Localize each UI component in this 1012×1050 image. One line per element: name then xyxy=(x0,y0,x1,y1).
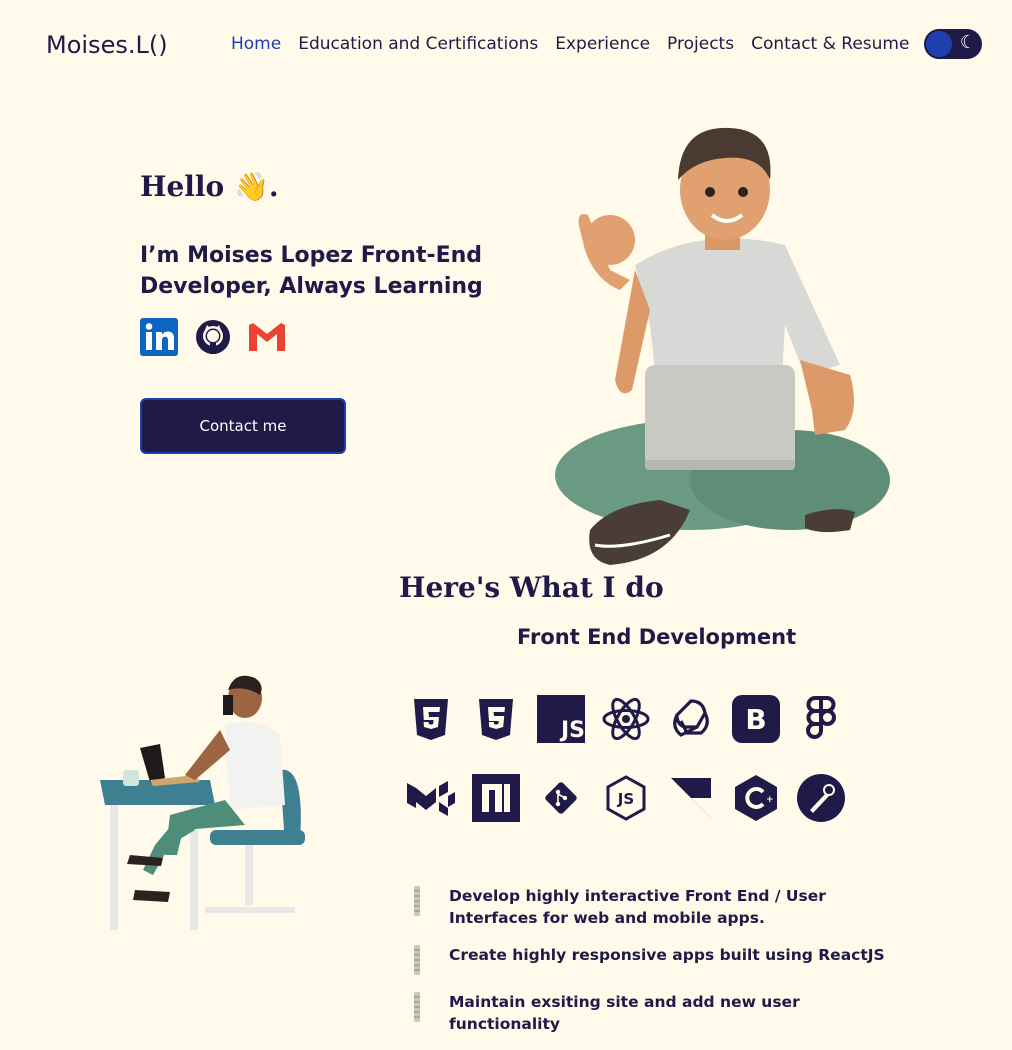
moon-icon: ☾ xyxy=(959,32,976,53)
toggle-knob xyxy=(926,31,952,57)
nav-contact-resume[interactable]: Contact & Resume xyxy=(751,34,909,54)
github-icon[interactable] xyxy=(194,318,232,356)
list-item-text: Develop highly interactive Front End / U… xyxy=(449,887,826,927)
list-item: Maintain exsiting site and add new user … xyxy=(410,991,910,1035)
svg-text:B: B xyxy=(745,703,766,736)
zipper-icon xyxy=(414,992,420,1022)
list-item: Develop highly interactive Front End / U… xyxy=(410,885,910,929)
postman-icon xyxy=(795,772,846,823)
openai-icon xyxy=(665,693,716,744)
html5-icon xyxy=(405,693,456,744)
svg-text:JS: JS xyxy=(559,718,585,743)
list-item-text: Maintain exsiting site and add new user … xyxy=(449,993,800,1033)
tech-icons-row-2: JS + xyxy=(405,772,846,823)
git-icon xyxy=(535,772,586,823)
nav-home[interactable]: Home xyxy=(231,34,281,54)
material-ui-icon xyxy=(405,772,456,823)
javascript-icon: JS xyxy=(535,693,586,744)
nav-experience[interactable]: Experience xyxy=(555,34,650,54)
linkedin-icon[interactable] xyxy=(140,318,178,356)
tech-icons-row-1: JS B xyxy=(405,693,846,744)
nodejs-icon: JS xyxy=(600,772,651,823)
nav-projects[interactable]: Projects xyxy=(667,34,734,54)
contact-me-button[interactable]: Contact me xyxy=(140,398,346,454)
gmail-icon[interactable] xyxy=(248,318,286,356)
section-title: Here's What I do xyxy=(399,571,664,604)
csharp-icon: + xyxy=(730,772,781,823)
section-subtitle: Front End Development xyxy=(517,625,797,649)
svg-text:JS: JS xyxy=(616,790,633,808)
zipper-icon xyxy=(414,945,420,975)
css3-icon xyxy=(470,693,521,744)
zipper-icon xyxy=(414,886,420,916)
social-links xyxy=(140,318,286,356)
figma-icon xyxy=(795,693,846,744)
svg-text:+: + xyxy=(766,795,774,805)
desk-illustration xyxy=(95,670,385,940)
theme-toggle[interactable]: ☾ xyxy=(924,29,982,59)
bootstrap-icon: B xyxy=(730,693,781,744)
framer-icon xyxy=(665,772,716,823)
site-logo[interactable]: Moises.L() xyxy=(46,31,168,59)
greeting: Hello 👋. xyxy=(140,170,279,203)
responsibility-list: Develop highly interactive Front End / U… xyxy=(410,885,910,1050)
nextjs-icon xyxy=(470,772,521,823)
main-nav: Home Education and Certifications Experi… xyxy=(231,34,926,54)
list-item: Create highly responsive apps built usin… xyxy=(410,944,910,976)
list-item-text: Create highly responsive apps built usin… xyxy=(449,946,885,964)
nav-education[interactable]: Education and Certifications xyxy=(298,34,538,54)
react-icon xyxy=(600,693,651,744)
hero-illustration xyxy=(550,120,895,570)
intro-text: I’m Moises Lopez Front-End Developer, Al… xyxy=(140,243,483,299)
